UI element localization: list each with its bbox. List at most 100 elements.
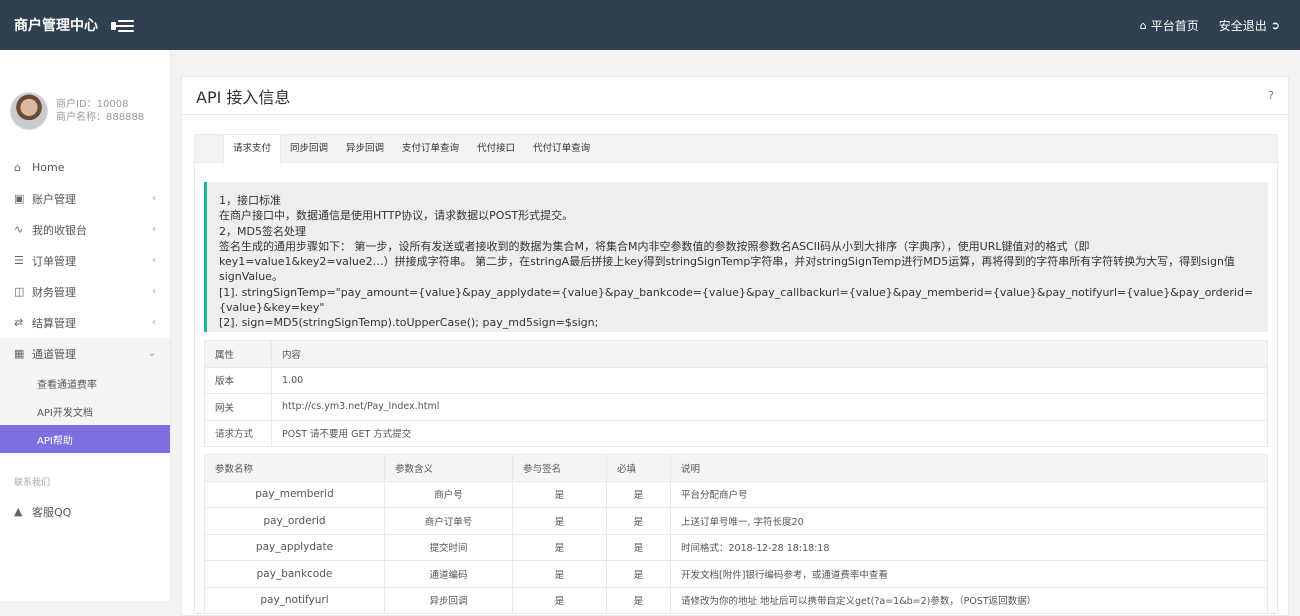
- sidebar-item-qq[interactable]: ▲ 客服QQ: [0, 496, 170, 527]
- tab-panel: 请求支付 同步回调 异步回调 支付订单查询 代付接口 代付订单查询 1，接口标准…: [194, 134, 1278, 614]
- notice-line: 在商户接口中，数据通信是使用HTTP协议，请求数据以POST形式提交。: [219, 209, 574, 223]
- table-cell: 开发文档[附件]银行编码参考，或通道费率中查看: [670, 560, 1268, 588]
- book-icon: ▣: [14, 192, 25, 205]
- list-icon: ☰: [14, 254, 24, 267]
- table-row: 版本 1.00: [204, 366, 1268, 394]
- table-cell: 是: [512, 480, 607, 508]
- table-cell: pay_notifyurl: [204, 586, 385, 614]
- table-cell: 上送订单号唯一, 字符长度20: [670, 507, 1268, 535]
- table-header-cell: 说明: [670, 454, 1268, 482]
- table-cell: 商户号: [384, 480, 513, 508]
- home-icon: ⌂: [14, 161, 21, 174]
- info-table: 属性 内容 版本 1.00 网关 http://cs.ym3.net/Pay_I…: [204, 340, 1268, 447]
- table-cell: 请修改为你的地址 地址后可以携带自定义get(?a=1&b=2)参数，（POST…: [670, 586, 1268, 614]
- tab-bar: 请求支付 同步回调 异步回调 支付订单查询 代付接口 代付订单查询: [195, 135, 1277, 164]
- table-cell: 请求方式: [204, 419, 272, 447]
- table-cell: pay_orderid: [204, 507, 385, 535]
- sidebar-item-api-help[interactable]: API帮助: [0, 425, 170, 453]
- table-cell: 异步回调: [384, 586, 513, 614]
- notice-line: 2，MD5签名处理: [219, 224, 306, 238]
- api-notice-block: 1，接口标准 在商户接口中，数据通信是使用HTTP协议，请求数据以POST形式提…: [204, 182, 1268, 332]
- table-cell: 是: [512, 533, 607, 561]
- table-cell: 网关: [204, 393, 272, 421]
- table-cell: POST 请不要用 GET 方式提交: [271, 419, 1268, 447]
- merchant-name: 商户名称：888888: [56, 112, 145, 123]
- sidebar-item-cashier[interactable]: ∿ 我的收银台 ‹: [0, 214, 170, 245]
- avatar[interactable]: [10, 92, 48, 130]
- table-cell: 是: [512, 586, 607, 614]
- sidebar-item-channel[interactable]: ▦ 通道管理 ⌄: [0, 338, 170, 369]
- sidebar-item-channel-rates[interactable]: 查看通道费率: [0, 369, 170, 397]
- table-row: 网关 http://cs.ym3.net/Pay_Index.html: [204, 393, 1268, 421]
- notice-line: 1，接口标准: [219, 194, 281, 207]
- sidebar-item-api-docs[interactable]: API开发文档: [0, 397, 170, 425]
- table-header-cell: 参与签名: [512, 454, 607, 482]
- table-row: pay_bankcode 通道编码 是 是 开发文档[附件]银行编码参考，或通道…: [204, 560, 1268, 588]
- notice-line: 签名生成的通用步骤如下： 第一步，设所有发送或者接收到的数据为集合M，将集合M内…: [219, 239, 1235, 284]
- table-header-cell: 参数名称: [204, 454, 385, 482]
- sign-out-icon: ➲: [1270, 18, 1280, 32]
- table-cell: pay_applydate: [204, 533, 385, 561]
- notice-line: [1]. stringSignTemp="pay_amount={value}&…: [219, 285, 1254, 315]
- table-cell: pay_bankcode: [204, 560, 385, 588]
- chevron-down-icon: ⌄: [147, 348, 156, 359]
- table-cell: 是: [606, 533, 671, 561]
- chart-icon: ∿: [14, 223, 24, 236]
- logout-link[interactable]: 安全退出 ➲: [1219, 17, 1280, 34]
- table-header-cell: 参数含义: [384, 454, 513, 482]
- channel-submenu: 查看通道费率 API开发文档 API帮助: [0, 369, 170, 453]
- sidebar-item-account[interactable]: ▣ 账户管理 ‹: [0, 183, 170, 214]
- table-row: pay_memberid 商户号 是 是 平台分配商户号: [204, 480, 1268, 508]
- help-icon[interactable]: ?: [1268, 89, 1274, 102]
- chevron-left-icon: ‹: [152, 317, 156, 328]
- table-row: pay_orderid 商户订单号 是 是 上送订单号唯一, 字符长度20: [204, 507, 1268, 535]
- chevron-left-icon: ‹: [152, 286, 156, 297]
- table-row: 请求方式 POST 请不要用 GET 方式提交: [204, 419, 1268, 447]
- tab-async-callback[interactable]: 异步回调: [337, 135, 393, 163]
- sidebar-item-orders[interactable]: ☰ 订单管理 ‹: [0, 245, 170, 276]
- table-cell: 是: [512, 560, 607, 588]
- table-header-cell: 属性: [204, 340, 272, 368]
- table-header-cell: 必填: [606, 454, 671, 482]
- table-cell: 提交时间: [384, 533, 513, 561]
- table-cell: pay_memberid: [204, 480, 385, 508]
- table-header-row: 参数名称 参数含义 参与签名 必填 说明: [204, 454, 1268, 482]
- table-cell: 商户订单号: [384, 507, 513, 535]
- table-row: pay_applydate 提交时间 是 是 时间格式：2018-12-28 1…: [204, 533, 1268, 561]
- home-icon: ⌂: [1139, 18, 1147, 32]
- table-cell: http://cs.ym3.net/Pay_Index.html: [271, 393, 1268, 421]
- menu-toggle-icon[interactable]: [111, 18, 134, 32]
- param-table: 参数名称 参数含义 参与签名 必填 说明 pay_memberid 商户号 是 …: [204, 454, 1268, 614]
- tab-sync-callback[interactable]: 同步回调: [281, 135, 337, 163]
- tab-payout[interactable]: 代付接口: [468, 135, 524, 163]
- main-panel: API 接入信息 ? 请求支付 同步回调 异步回调 支付订单查询 代付接口 代付…: [181, 76, 1289, 616]
- tab-payout-query[interactable]: 代付订单查询: [524, 135, 599, 163]
- tab-order-query[interactable]: 支付订单查询: [393, 135, 468, 163]
- chevron-left-icon: ‹: [152, 255, 156, 266]
- brand-title: 商户管理中心: [14, 18, 98, 34]
- table-row: pay_notifyurl 异步回调 是 是 请修改为你的地址 地址后可以携带自…: [204, 586, 1268, 614]
- table-cell: 1.00: [271, 366, 1268, 394]
- notice-line: [2]. sign=MD5(stringSignTemp).toUpperCas…: [219, 316, 599, 330]
- table-cell: 平台分配商户号: [670, 480, 1268, 508]
- table-cell: 是: [512, 507, 607, 535]
- transfer-icon: ⇄: [14, 316, 24, 329]
- table-cell: 时间格式：2018-12-28 18:18:18: [670, 533, 1268, 561]
- sidebar-item-finance[interactable]: ◫ 财务管理 ‹: [0, 276, 170, 307]
- platform-home-link[interactable]: ⌂ 平台首页: [1140, 17, 1199, 34]
- table-header-row: 属性 内容: [204, 340, 1268, 368]
- chevron-left-icon: ‹: [152, 193, 156, 204]
- table-cell: 是: [606, 560, 671, 588]
- sidebar-item-home[interactable]: ⌂ Home: [0, 152, 170, 183]
- money-icon: ◫: [14, 285, 25, 298]
- page-title: API 接入信息: [196, 87, 291, 107]
- table-cell: 版本: [204, 366, 272, 394]
- tab-request-pay[interactable]: 请求支付: [223, 135, 282, 164]
- table-cell: 是: [606, 586, 671, 614]
- channel-icon: ▦: [14, 347, 25, 360]
- flask-icon: ▲: [14, 505, 23, 518]
- table-cell: 是: [606, 507, 671, 535]
- sidebar-item-settlement[interactable]: ⇄ 结算管理 ‹: [0, 307, 170, 338]
- top-navbar: 商户管理中心 ⌂ 平台首页 安全退出 ➲: [0, 0, 1300, 50]
- contact-section-label: 联系我们: [14, 478, 51, 488]
